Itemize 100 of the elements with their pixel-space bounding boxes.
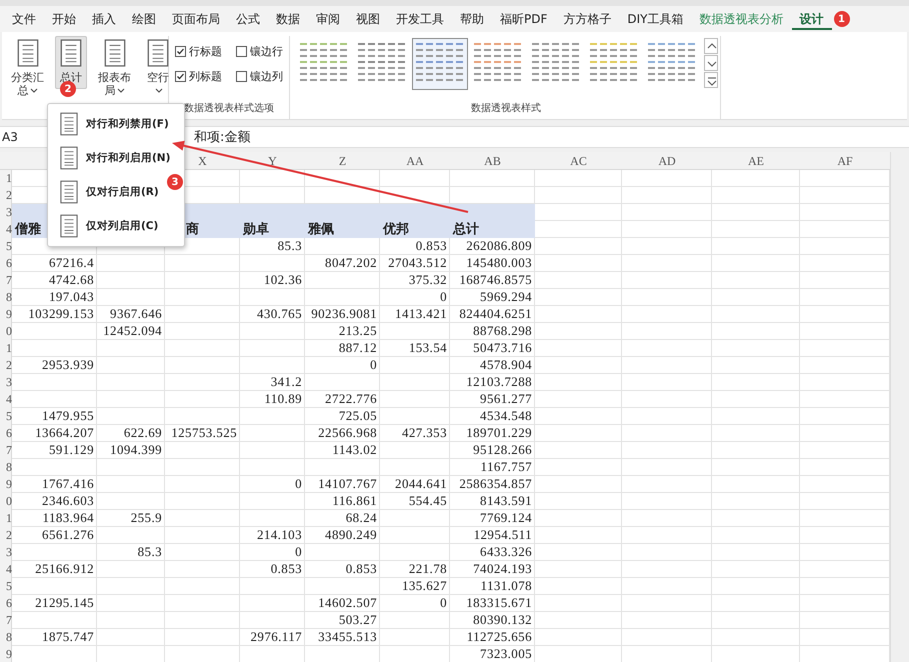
table-style-thumbnail[interactable] [412, 38, 468, 90]
scroll-up-icon[interactable] [704, 38, 718, 54]
row-number[interactable]: 3 [0, 374, 12, 391]
ribbon-tab[interactable]: 插入 [84, 8, 124, 30]
menu-item[interactable]: 对行和列禁用(F) [48, 107, 169, 141]
ribbon-tab[interactable]: 数据 [268, 8, 308, 30]
row-number[interactable]: 6 [0, 255, 12, 272]
ribbon-tab[interactable]: 帮助 [452, 8, 492, 30]
vertical-scrollbar[interactable] [890, 152, 909, 662]
row-number[interactable]: 4 [0, 561, 12, 578]
checkbox[interactable] [236, 46, 247, 57]
row-number[interactable]: 4 [0, 391, 12, 408]
more-icon[interactable] [704, 72, 718, 88]
page-lines-icon [147, 39, 169, 67]
scroll-down-icon[interactable] [704, 55, 718, 71]
row-number[interactable]: 0 [0, 493, 12, 510]
row-number[interactable]: 1 [0, 340, 12, 357]
ribbon-tab[interactable]: 数据透视表分析 [692, 8, 792, 30]
ribbon-tab[interactable]: 视图 [348, 8, 388, 30]
table-cell-text: 591.129 [48, 442, 95, 459]
table-cell-text: 554.45 [408, 493, 448, 510]
table-cell-text: 213.25 [338, 323, 378, 340]
row-number[interactable]: 9 [0, 306, 12, 323]
table-cell-text: 1479.955 [41, 408, 95, 425]
row-number[interactable]: 0 [0, 323, 12, 340]
ribbon-tab[interactable]: 页面布局 [164, 8, 228, 30]
table-cell-text: 2722.776 [324, 391, 378, 408]
row-number[interactable]: 7 [0, 442, 12, 459]
table-cell-text: 183315.671 [465, 595, 533, 612]
menu-item[interactable]: 仅对列启用(C) [48, 209, 158, 243]
table-cell-text: 4578.904 [479, 357, 533, 374]
menu-item[interactable]: 仅对行启用(R) [48, 175, 159, 209]
row-number[interactable]: 2 [0, 527, 12, 544]
column-header[interactable]: AD [622, 152, 712, 170]
ribbon-tab[interactable]: 方方格子 [555, 8, 620, 30]
name-box[interactable]: A3 [0, 130, 42, 144]
page-lines-icon [60, 146, 78, 170]
table-cell-text: 824404.6251 [458, 306, 533, 323]
table-cell-text: 1167.757 [480, 459, 533, 476]
ribbon-tab[interactable]: 开发工具 [388, 8, 452, 30]
row-number[interactable]: 9 [0, 646, 12, 662]
ribbon-tab[interactable]: 开始 [44, 8, 84, 30]
row-number[interactable]: 9 [0, 476, 12, 493]
column-header[interactable]: Y [240, 152, 305, 170]
row-number[interactable]: 2 [0, 357, 12, 374]
row-number[interactable]: 8 [0, 459, 12, 476]
row-number[interactable]: 1 [0, 510, 12, 527]
table-cell-text: 1094.399 [109, 442, 163, 459]
ribbon-tab[interactable]: DIY工具箱 [619, 8, 692, 30]
row-number[interactable]: 4 [0, 221, 12, 238]
row-number[interactable]: 8 [0, 629, 12, 646]
row-number[interactable]: 7 [0, 272, 12, 289]
row-number[interactable]: 2 [0, 187, 12, 204]
column-header[interactable]: AC [535, 152, 622, 170]
menu-item[interactable]: 对行和列启用(N) [48, 141, 170, 175]
checkbox-option[interactable]: 镶边行 [236, 44, 287, 59]
table-cell-text: 50473.716 [472, 340, 533, 357]
row-number[interactable]: 5 [0, 408, 12, 425]
row-number[interactable]: 5 [0, 578, 12, 595]
ribbon-tab[interactable]: 审阅 [308, 8, 348, 30]
checkbox[interactable] [236, 71, 247, 82]
table-cell-text: 197.043 [48, 289, 95, 306]
page-lines-icon [16, 39, 38, 67]
row-number[interactable]: 5 [0, 238, 12, 255]
table-cell-text: 255.9 [130, 510, 163, 527]
row-number[interactable]: 7 [0, 612, 12, 629]
row-number[interactable]: 3 [0, 544, 12, 561]
table-cell-text: 430.765 [256, 306, 303, 323]
table-cell-text: 1875.747 [41, 629, 95, 646]
table-cell-text: 12954.511 [472, 527, 533, 544]
column-header[interactable]: AF [800, 152, 890, 170]
checkbox[interactable] [175, 46, 186, 57]
column-header[interactable]: AA [380, 152, 450, 170]
page-lines-icon [60, 180, 78, 204]
row-number[interactable]: 3 [0, 204, 12, 221]
row-number[interactable]: 6 [0, 595, 12, 612]
checkbox-label: 行标题 [189, 44, 222, 59]
column-header[interactable]: AB [450, 152, 535, 170]
page-lines-icon [60, 112, 78, 136]
checkbox-option[interactable]: 行标题 [175, 44, 226, 59]
row-number[interactable]: 6 [0, 425, 12, 442]
checkbox-option[interactable]: 列标题 [175, 69, 226, 84]
checkbox-option[interactable]: 镶边列 [236, 69, 287, 84]
ribbon-button[interactable]: 分类汇总 [6, 36, 49, 102]
table-cell-text: 2976.117 [250, 629, 303, 646]
checkbox[interactable] [175, 71, 186, 82]
ribbon-tab[interactable]: 绘图 [124, 8, 164, 30]
ribbon-tab[interactable]: 文件 [4, 8, 44, 30]
row-number[interactable]: 1 [0, 170, 12, 187]
column-header[interactable]: AE [712, 152, 800, 170]
ribbon-tab[interactable]: 福昕PDF [492, 8, 556, 30]
table-cell-text: 221.78 [408, 561, 448, 578]
ribbon-button[interactable]: 报表布局 [93, 36, 136, 102]
ribbon-button[interactable]: 空行 [142, 36, 174, 102]
table-cell-text: 27043.512 [387, 255, 448, 272]
row-number[interactable]: 8 [0, 289, 12, 306]
ribbon-tab[interactable]: 设计 [792, 8, 832, 30]
ribbon-tab[interactable]: 公式 [228, 8, 268, 30]
table-cell-text: 8143.591 [479, 493, 533, 510]
column-header[interactable]: Z [305, 152, 380, 170]
